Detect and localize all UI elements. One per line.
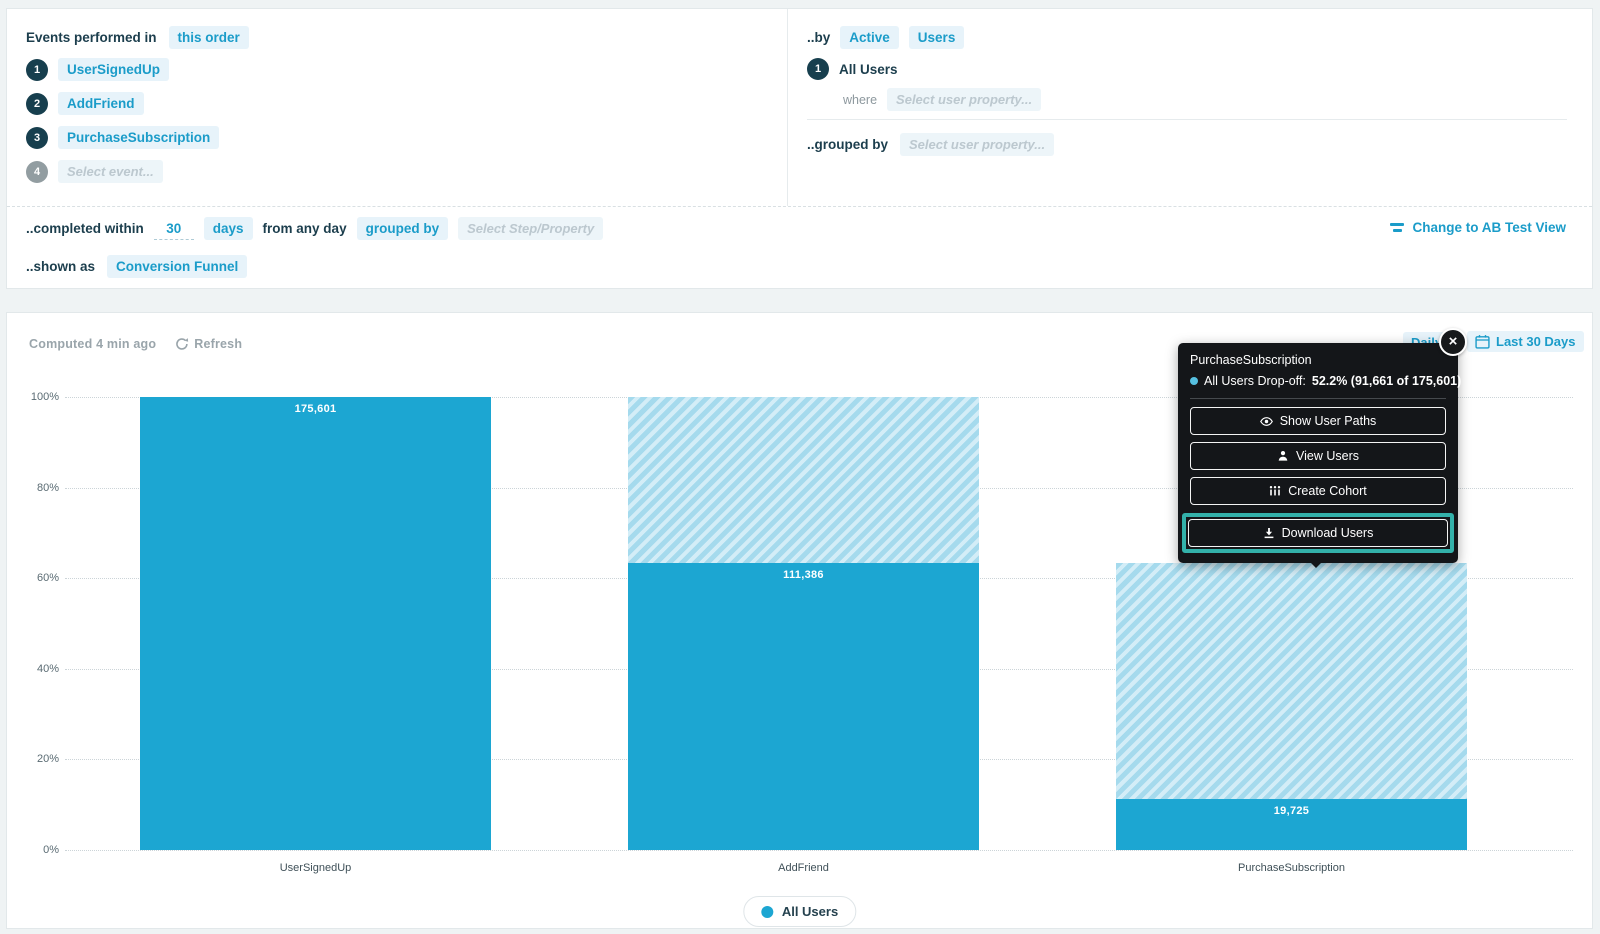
by-label: ..by	[807, 30, 830, 45]
tooltip-step-title: PurchaseSubscription	[1190, 353, 1446, 367]
days-unit-chip[interactable]: days	[204, 217, 253, 240]
step-number-badge: 1	[26, 59, 48, 81]
download-users-button[interactable]: Download Users	[1188, 519, 1448, 547]
y-axis-tick-label: 40%	[17, 663, 59, 675]
bar-value-label: 19,725	[1116, 805, 1467, 817]
where-label: where	[843, 93, 877, 107]
date-range-chip[interactable]: Last 30 Days	[1467, 331, 1584, 352]
horizontal-divider	[7, 206, 1592, 207]
dropoff-hatched-segment	[1116, 563, 1467, 799]
action-button-label: Create Cohort	[1288, 484, 1367, 498]
event-step-row: 3 PurchaseSubscription	[26, 126, 219, 149]
dropoff-value: 52.2% (91,661 of 175,601)	[1312, 374, 1461, 388]
legend-series-dot	[761, 906, 773, 918]
y-axis-tick-label: 20%	[17, 753, 59, 765]
group-number-badge: 1	[807, 58, 829, 80]
entity-chip[interactable]: Users	[909, 26, 965, 49]
group-label: All Users	[839, 62, 898, 77]
series-bullet-icon	[1190, 377, 1198, 385]
grouped-by-chip[interactable]: grouped by	[357, 217, 449, 240]
dropoff-hatched-segment	[628, 397, 979, 563]
y-axis-tick-label: 0%	[17, 844, 59, 856]
bar-value-label: 175,601	[140, 403, 491, 415]
where-property-input[interactable]: Select user property...	[887, 88, 1041, 111]
tooltip-actions: Show User Paths View Users Create Cohort Do…	[1190, 407, 1446, 551]
dropoff-label: All Users Drop-off:	[1204, 374, 1306, 388]
grouped-by-label: ..grouped by	[807, 137, 888, 152]
y-axis-tick-label: 60%	[17, 572, 59, 584]
view-users-button[interactable]: View Users	[1190, 442, 1446, 470]
refresh-label: Refresh	[194, 337, 242, 351]
user-type-chip[interactable]: Active	[840, 26, 899, 49]
action-button-label: Show User Paths	[1280, 414, 1377, 428]
where-divider	[807, 119, 1567, 120]
order-chip[interactable]: this order	[169, 26, 249, 49]
converted-segment	[140, 397, 491, 850]
refresh-icon	[175, 337, 189, 351]
step-number-badge: 4	[26, 161, 48, 183]
select-event-input[interactable]: Select event...	[58, 160, 163, 183]
person-icon	[1277, 450, 1289, 462]
event-chip-AddFriend[interactable]: AddFriend	[58, 92, 144, 115]
step-property-input[interactable]: Select Step/Property	[458, 217, 603, 240]
shown-as-label: ..shown as	[26, 259, 95, 274]
event-step-row: 2 AddFriend	[26, 92, 144, 115]
event-step-row-placeholder: 4 Select event...	[26, 160, 163, 183]
gridline	[65, 850, 1573, 851]
highlighted-action-wrapper: Download Users	[1182, 513, 1454, 553]
event-chip-UserSignedUp[interactable]: UserSignedUp	[58, 58, 169, 81]
tooltip-arrow	[1303, 555, 1329, 568]
grouped-by-property-input[interactable]: Select user property...	[900, 133, 1054, 156]
step-number-badge: 2	[26, 93, 48, 115]
bar-tooltip: PurchaseSubscription All Users Drop-off:…	[1178, 343, 1458, 563]
show-user-paths-button[interactable]: Show User Paths	[1190, 407, 1446, 435]
shown-as-chip[interactable]: Conversion Funnel	[107, 255, 247, 278]
eye-icon	[1260, 415, 1273, 428]
bar-value-label: 111,386	[628, 569, 979, 581]
action-button-label: View Users	[1296, 449, 1359, 463]
ab-test-link-label: Change to AB Test View	[1412, 220, 1566, 235]
event-chip-PurchaseSubscription[interactable]: PurchaseSubscription	[58, 126, 219, 149]
completed-within-label: ..completed within	[26, 221, 144, 236]
step-number-badge: 3	[26, 127, 48, 149]
tooltip-divider	[1190, 398, 1446, 399]
download-icon	[1263, 527, 1275, 539]
events-heading: Events performed in	[26, 30, 157, 45]
converted-segment	[628, 563, 979, 850]
ab-test-icon	[1390, 223, 1404, 232]
funnel-bar-UserSignedUp[interactable]: 175,601	[140, 397, 491, 850]
query-builder-panel: Events performed in this order 1 UserSign…	[6, 8, 1593, 289]
y-axis-tick-label: 80%	[17, 482, 59, 494]
create-cohort-button[interactable]: Create Cohort	[1190, 477, 1446, 505]
change-ab-test-view-link[interactable]: Change to AB Test View	[1390, 220, 1566, 235]
legend-all-users[interactable]: All Users	[743, 896, 856, 927]
completion-days-input[interactable]: 30	[154, 218, 194, 240]
calendar-icon	[1475, 334, 1490, 349]
vertical-divider	[787, 9, 788, 206]
x-axis-category-label: UserSignedUp	[140, 862, 491, 874]
action-button-label: Download Users	[1282, 526, 1374, 540]
y-axis-tick-label: 100%	[17, 391, 59, 403]
tooltip-close-button[interactable]: ×	[1439, 328, 1467, 356]
date-range-label: Last 30 Days	[1496, 334, 1576, 349]
funnel-bar-AddFriend[interactable]: 111,386	[628, 397, 979, 850]
x-axis-category-label: AddFriend	[628, 862, 979, 874]
from-any-day-label: from any day	[263, 221, 347, 236]
legend-series-label: All Users	[782, 904, 838, 919]
refresh-button[interactable]: Refresh	[175, 337, 242, 351]
cohort-icon	[1269, 485, 1281, 497]
computed-ago-label: Computed 4 min ago	[29, 337, 156, 351]
x-axis-category-label: PurchaseSubscription	[1116, 862, 1467, 874]
event-step-row: 1 UserSignedUp	[26, 58, 169, 81]
